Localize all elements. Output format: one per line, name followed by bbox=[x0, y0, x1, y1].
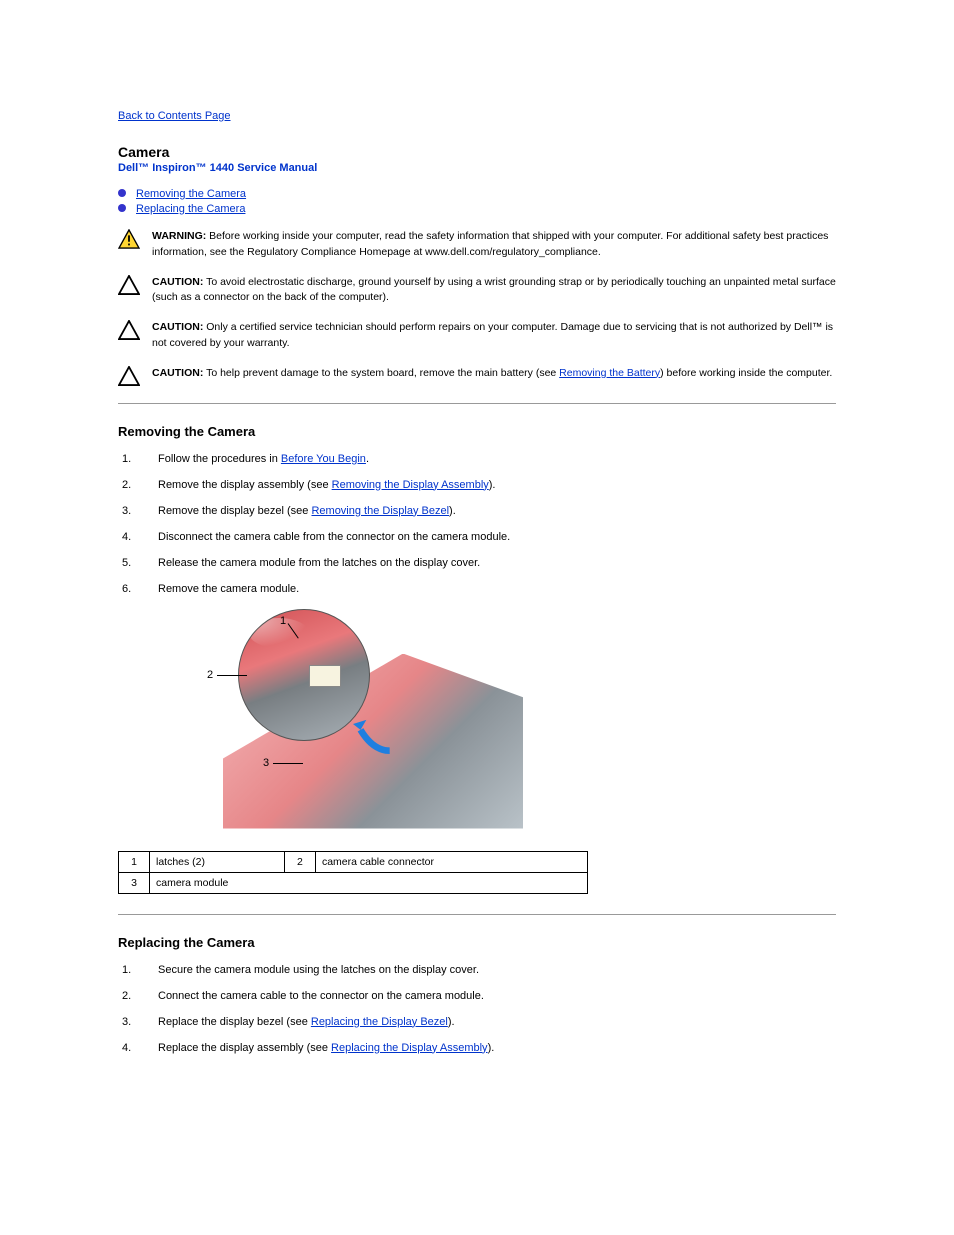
step-num: 4. bbox=[122, 531, 131, 543]
step: 6. Remove the camera module. bbox=[118, 583, 836, 595]
step-num: 3. bbox=[122, 505, 131, 517]
step-post: ). bbox=[449, 505, 456, 517]
toc-bullets: Removing the Camera Replacing the Camera bbox=[118, 186, 836, 215]
replace-display-assembly-link[interactable]: Replacing the Display Assembly bbox=[331, 1042, 488, 1054]
step: 2. Remove the display assembly (see Remo… bbox=[118, 479, 836, 491]
step-post: ). bbox=[489, 479, 496, 491]
caution-keyword: CAUTION: bbox=[152, 367, 203, 379]
step-num: 3. bbox=[122, 1016, 131, 1028]
table-row: 3 camera module bbox=[119, 872, 588, 893]
page-root: Back to Contents Page Camera Dell™ Inspi… bbox=[0, 0, 954, 1128]
caution-body: To avoid electrostatic discharge, ground… bbox=[152, 276, 836, 304]
caution-text: CAUTION: To avoid electrostatic discharg… bbox=[152, 275, 836, 307]
callout-2: 2 bbox=[207, 669, 213, 681]
before-you-begin-link[interactable]: Before You Begin bbox=[281, 453, 366, 465]
step-post: . bbox=[366, 453, 369, 465]
caution-icon bbox=[118, 366, 142, 389]
removing-steps: 1. Follow the procedures in Before You B… bbox=[118, 453, 836, 595]
warning-text: WARNING: Before working inside your comp… bbox=[152, 229, 836, 261]
warning-keyword: WARNING: bbox=[152, 230, 206, 242]
step-text: Secure the camera module using the latch… bbox=[158, 964, 479, 976]
caution-body-pre: To help prevent damage to the system boa… bbox=[206, 367, 559, 379]
legend-label: camera cable connector bbox=[315, 851, 587, 872]
callout-line bbox=[217, 675, 247, 676]
warning-icon bbox=[118, 229, 142, 252]
callout-legend-table: 1 latches (2) 2 camera cable connector 3… bbox=[118, 851, 588, 894]
caution-keyword: CAUTION: bbox=[152, 276, 203, 288]
page-title: Camera bbox=[118, 144, 836, 160]
step-post: ). bbox=[448, 1016, 455, 1028]
step-pre: Follow the procedures in bbox=[158, 453, 281, 465]
caution-body-post: ) before working inside the computer. bbox=[660, 367, 832, 379]
step-pre: Remove the display bezel (see bbox=[158, 505, 311, 517]
callout-line bbox=[273, 763, 303, 764]
warning-notice: WARNING: Before working inside your comp… bbox=[118, 229, 836, 261]
callout-1: 1 bbox=[280, 615, 286, 627]
caution-notice: CAUTION: To avoid electrostatic discharg… bbox=[118, 275, 836, 307]
caution-text: CAUTION: Only a certified service techni… bbox=[152, 320, 836, 352]
legend-num: 3 bbox=[119, 872, 150, 893]
step: 1. Secure the camera module using the la… bbox=[118, 964, 836, 976]
divider bbox=[118, 403, 836, 404]
step-text: Release the camera module from the latch… bbox=[158, 557, 480, 569]
caution-icon bbox=[118, 275, 142, 298]
toc-item: Removing the Camera bbox=[118, 186, 836, 200]
step: 1. Follow the procedures in Before You B… bbox=[118, 453, 836, 465]
toc-link-replacing[interactable]: Replacing the Camera bbox=[136, 203, 245, 215]
caution-notice: CAUTION: To help prevent damage to the s… bbox=[118, 366, 836, 389]
step-text: Connect the camera cable to the connecto… bbox=[158, 990, 484, 1002]
step: 4. Replace the display assembly (see Rep… bbox=[118, 1042, 836, 1054]
divider bbox=[118, 914, 836, 915]
removing-heading: Removing the Camera bbox=[118, 424, 836, 439]
step: 3. Replace the display bezel (see Replac… bbox=[118, 1016, 836, 1028]
step-post: ). bbox=[488, 1042, 495, 1054]
step-num: 1. bbox=[122, 964, 131, 976]
manual-title: Dell™ Inspiron™ 1440 Service Manual bbox=[118, 162, 836, 174]
caution-keyword: CAUTION: bbox=[152, 321, 203, 333]
step: 3. Remove the display bezel (see Removin… bbox=[118, 505, 836, 517]
toc-item: Replacing the Camera bbox=[118, 201, 836, 215]
caution-body: Only a certified service technician shou… bbox=[152, 321, 833, 349]
step-num: 4. bbox=[122, 1042, 131, 1054]
legend-label: latches (2) bbox=[150, 851, 285, 872]
zoom-detail bbox=[238, 609, 370, 741]
step-pre: Replace the display assembly (see bbox=[158, 1042, 331, 1054]
step-num: 5. bbox=[122, 557, 131, 569]
replace-display-bezel-link[interactable]: Replacing the Display Bezel bbox=[311, 1016, 448, 1028]
legend-num: 1 bbox=[119, 851, 150, 872]
caution-text: CAUTION: To help prevent damage to the s… bbox=[152, 366, 836, 382]
warning-body: Before working inside your computer, rea… bbox=[152, 230, 828, 258]
step: 2. Connect the camera cable to the conne… bbox=[118, 990, 836, 1002]
back-to-contents-link[interactable]: Back to Contents Page bbox=[118, 110, 231, 122]
figure-camera-removal: 1 2 3 bbox=[198, 609, 528, 839]
legend-label: camera module bbox=[150, 872, 588, 893]
callout-3: 3 bbox=[263, 757, 269, 769]
bullet-icon bbox=[118, 204, 126, 212]
replacing-heading: Replacing the Camera bbox=[118, 935, 836, 950]
step-text: Remove the camera module. bbox=[158, 583, 299, 595]
step-num: 1. bbox=[122, 453, 131, 465]
remove-battery-link[interactable]: Removing the Battery bbox=[559, 367, 660, 379]
step: 4. Disconnect the camera cable from the … bbox=[118, 531, 836, 543]
caution-notice: CAUTION: Only a certified service techni… bbox=[118, 320, 836, 352]
step-text: Disconnect the camera cable from the con… bbox=[158, 531, 510, 543]
remove-display-assembly-link[interactable]: Removing the Display Assembly bbox=[332, 479, 489, 491]
step-pre: Remove the display assembly (see bbox=[158, 479, 332, 491]
step-num: 6. bbox=[122, 583, 131, 595]
toc-link-removing[interactable]: Removing the Camera bbox=[136, 188, 246, 200]
bullet-icon bbox=[118, 189, 126, 197]
step: 5. Release the camera module from the la… bbox=[118, 557, 836, 569]
table-row: 1 latches (2) 2 camera cable connector bbox=[119, 851, 588, 872]
step-pre: Replace the display bezel (see bbox=[158, 1016, 311, 1028]
replacing-steps: 1. Secure the camera module using the la… bbox=[118, 964, 836, 1054]
step-num: 2. bbox=[122, 479, 131, 491]
remove-display-bezel-link[interactable]: Removing the Display Bezel bbox=[311, 505, 449, 517]
legend-num: 2 bbox=[284, 851, 315, 872]
caution-icon bbox=[118, 320, 142, 343]
step-num: 2. bbox=[122, 990, 131, 1002]
